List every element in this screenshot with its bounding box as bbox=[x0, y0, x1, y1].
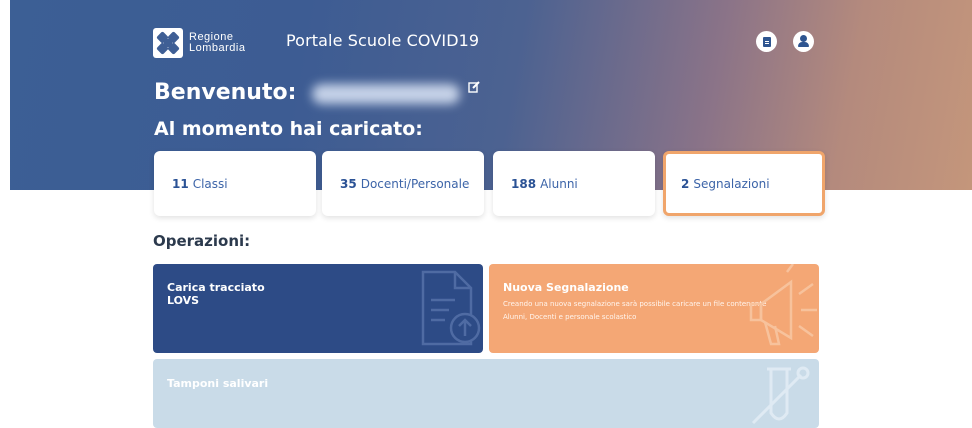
upload-file-icon bbox=[421, 270, 481, 346]
stat-card-classi[interactable]: 11 Classi bbox=[154, 151, 316, 216]
card-title: Tamponi salivari bbox=[167, 377, 269, 390]
megaphone-icon bbox=[749, 264, 817, 346]
welcome-label: Benvenuto: bbox=[154, 80, 297, 105]
logo-text: Regione Lombardia bbox=[189, 32, 245, 54]
regione-lombardia-logo[interactable]: Regione Lombardia bbox=[153, 28, 245, 58]
document-icon[interactable] bbox=[756, 31, 777, 52]
edit-icon[interactable] bbox=[468, 81, 480, 93]
operations-title: Operazioni: bbox=[153, 232, 251, 250]
stat-count: 11 bbox=[172, 176, 189, 191]
card-title-line1: Carica tracciato bbox=[167, 281, 265, 294]
user-icon[interactable] bbox=[793, 31, 814, 52]
stat-card-segnalazioni[interactable]: 2 Segnalazioni bbox=[663, 151, 825, 216]
carica-tracciato-card[interactable]: Carica tracciato LOVS bbox=[153, 264, 483, 353]
stat-label: Alunni bbox=[540, 176, 578, 191]
stat-count: 35 bbox=[340, 176, 357, 191]
stat-card-alunni[interactable]: 188 Alunni bbox=[493, 151, 655, 216]
logo-line2: Lombardia bbox=[189, 42, 246, 54]
test-tube-icon bbox=[751, 366, 810, 425]
stat-label: Segnalazioni bbox=[693, 176, 770, 191]
tamponi-salivari-card[interactable]: Tamponi salivari bbox=[153, 359, 819, 428]
card-title-line2: LOVS bbox=[167, 294, 200, 307]
stat-card-docenti[interactable]: 35 Docenti/Personale bbox=[322, 151, 484, 216]
lombardia-rose-icon bbox=[153, 28, 183, 58]
username-redacted bbox=[312, 84, 460, 104]
stat-label: Classi bbox=[192, 176, 228, 191]
stat-count: 188 bbox=[511, 176, 537, 191]
stat-label: Docenti/Personale bbox=[360, 176, 470, 191]
portal-title: Portale Scuole COVID19 bbox=[286, 31, 480, 50]
nuova-segnalazione-card[interactable]: Nuova Segnalazione Creando una nuova seg… bbox=[489, 264, 819, 353]
loaded-title: Al momento hai caricato: bbox=[154, 118, 423, 140]
stat-count: 2 bbox=[681, 176, 690, 191]
card-title: Nuova Segnalazione bbox=[503, 281, 629, 294]
